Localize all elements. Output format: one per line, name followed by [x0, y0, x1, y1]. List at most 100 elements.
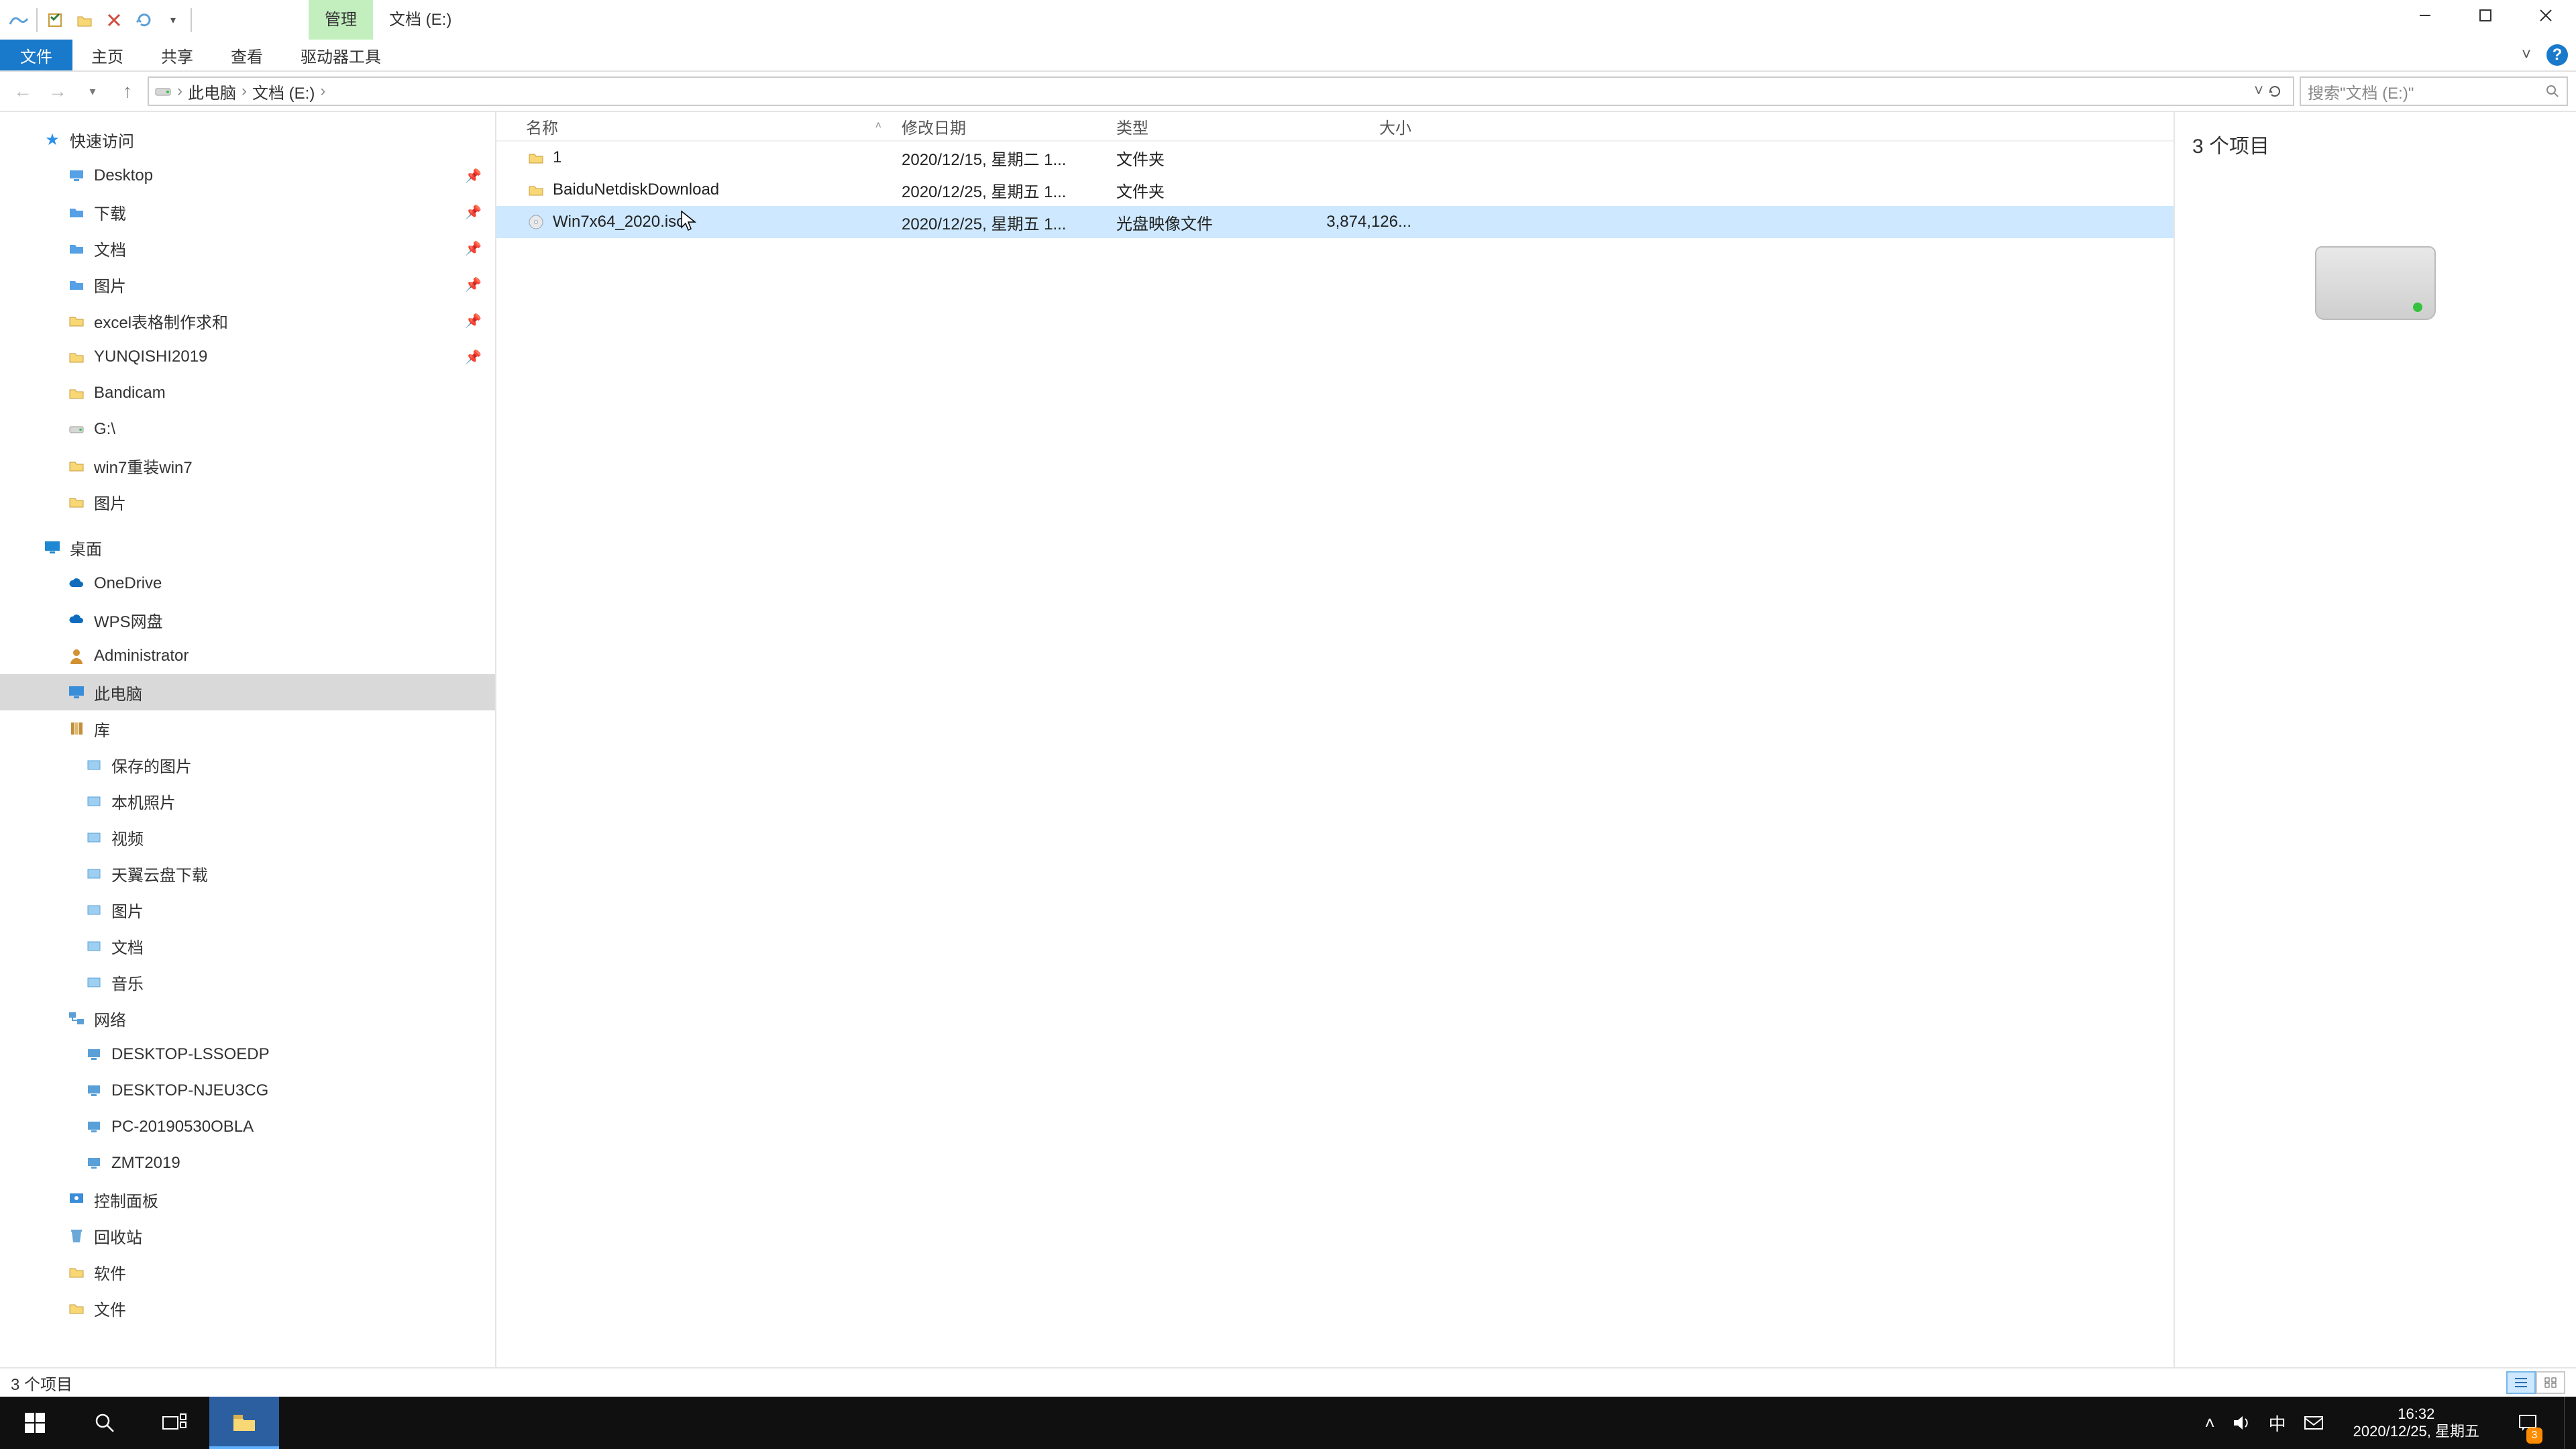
- nav-quick-item[interactable]: excel表格制作求和📌: [0, 303, 495, 339]
- navigation-pane[interactable]: ★ 快速访问 Desktop📌下载📌文档📌图片📌excel表格制作求和📌YUNQ…: [0, 112, 496, 1367]
- file-folder-icon: [526, 148, 546, 168]
- nav-back-button[interactable]: ←: [8, 76, 38, 106]
- nav-quick-item[interactable]: 图片: [0, 484, 495, 520]
- nav-desktop-root[interactable]: 桌面: [0, 529, 495, 566]
- taskbar-search-button[interactable]: [70, 1397, 140, 1449]
- nav-library-item[interactable]: 音乐: [0, 964, 495, 1000]
- nav-library-item-label: 文档: [111, 934, 144, 958]
- file-row[interactable]: Win7x64_2020.iso2020/12/25, 星期五 1...光盘映像…: [496, 206, 2174, 238]
- column-header-type[interactable]: 类型: [1116, 115, 1291, 138]
- qat-delete-icon[interactable]: [99, 8, 129, 32]
- tray-ime-indicator[interactable]: 中: [2269, 1411, 2286, 1436]
- nav-tail-item[interactable]: 文件: [0, 1290, 495, 1326]
- taskbar-file-explorer[interactable]: [209, 1397, 279, 1449]
- search-input[interactable]: 搜索"文档 (E:)": [2300, 76, 2568, 106]
- view-details-button[interactable]: [2506, 1371, 2536, 1394]
- window-controls: [2395, 0, 2576, 31]
- nav-quick-item[interactable]: Desktop📌: [0, 158, 495, 194]
- nav-library-item[interactable]: 文档: [0, 928, 495, 964]
- refresh-icon[interactable]: [2267, 84, 2282, 99]
- address-dropdown-icon[interactable]: ˅: [2254, 82, 2263, 101]
- nav-up-button[interactable]: ↑: [113, 76, 142, 106]
- pin-icon: 📌: [465, 313, 482, 329]
- nav-desktop-item[interactable]: 库: [0, 710, 495, 747]
- tray-overflow-icon[interactable]: ˄: [2204, 1413, 2214, 1434]
- nav-network-item[interactable]: DESKTOP-NJEU3CG: [0, 1073, 495, 1109]
- column-header-name[interactable]: 名称 ˄: [526, 115, 902, 138]
- qat-properties-icon[interactable]: [40, 8, 70, 32]
- desktop-icon: [43, 538, 62, 557]
- nav-tail-item-label: 软件: [94, 1260, 126, 1284]
- nav-quick-item[interactable]: G:\: [0, 411, 495, 447]
- network-icon: [67, 1009, 86, 1028]
- action-center-button[interactable]: 3: [2509, 1397, 2546, 1449]
- nav-quick-item[interactable]: 下载📌: [0, 194, 495, 230]
- address-breadcrumb[interactable]: › 此电脑 › 文档 (E:) › ˅: [148, 76, 2294, 106]
- qat-undo-icon[interactable]: [129, 8, 158, 32]
- ribbon-tab-share[interactable]: 共享: [142, 40, 212, 70]
- tray-mail-icon[interactable]: [2304, 1415, 2324, 1431]
- nav-desktop-item[interactable]: WPS网盘: [0, 602, 495, 638]
- library-item-icon: [85, 828, 103, 847]
- contextual-tab-manage[interactable]: 管理: [309, 0, 373, 40]
- nav-tail-item[interactable]: 控制面板: [0, 1181, 495, 1218]
- nav-library-item[interactable]: 天翼云盘下载: [0, 855, 495, 892]
- folder-icon: [67, 311, 86, 330]
- file-row[interactable]: 12020/12/15, 星期二 1...文件夹: [496, 142, 2174, 174]
- ribbon-tab-home[interactable]: 主页: [72, 40, 142, 70]
- nav-tail-item[interactable]: 回收站: [0, 1218, 495, 1254]
- qat-customize-dropdown-icon[interactable]: ▾: [158, 8, 188, 32]
- nav-desktop-item[interactable]: OneDrive: [0, 566, 495, 602]
- nav-network-item[interactable]: ZMT2019: [0, 1145, 495, 1181]
- nav-desktop-item-label: Administrator: [94, 647, 189, 665]
- nav-desktop-item[interactable]: 此电脑: [0, 674, 495, 710]
- search-icon[interactable]: [2545, 84, 2560, 99]
- ribbon-tab-file[interactable]: 文件: [0, 40, 72, 70]
- nav-desktop-item-label: 此电脑: [94, 681, 142, 704]
- start-button[interactable]: [0, 1397, 70, 1449]
- nav-library-item[interactable]: 视频: [0, 819, 495, 855]
- breadcrumb-drive-e[interactable]: 文档 (E:): [252, 80, 315, 103]
- column-header-size[interactable]: 大小: [1291, 115, 1425, 138]
- task-view-button[interactable]: [140, 1397, 209, 1449]
- breadcrumb-this-pc[interactable]: 此电脑: [188, 80, 236, 103]
- folder-icon: [67, 347, 86, 366]
- taskbar-clock[interactable]: 16:32 2020/12/25, 星期五: [2341, 1405, 2491, 1440]
- help-icon[interactable]: ?: [2546, 44, 2568, 66]
- nav-recent-dropdown[interactable]: ▾: [78, 76, 107, 106]
- nav-tail-item[interactable]: 软件: [0, 1254, 495, 1290]
- user-icon: [67, 647, 86, 665]
- tray-volume-icon[interactable]: [2233, 1414, 2251, 1432]
- nav-library-item-label: 本机照片: [111, 790, 176, 813]
- view-icons-button[interactable]: [2536, 1371, 2565, 1394]
- maximize-button[interactable]: [2455, 0, 2516, 31]
- breadcrumb-this-pc-label: 此电脑: [188, 80, 236, 103]
- ribbon-tab-drive-tools[interactable]: 驱动器工具: [282, 40, 400, 70]
- qat-app-icon[interactable]: [4, 8, 34, 32]
- qat-new-folder-icon[interactable]: [70, 8, 99, 32]
- ribbon-expand-icon[interactable]: ˅: [2513, 42, 2540, 68]
- nav-quick-item[interactable]: YUNQISHI2019📌: [0, 339, 495, 375]
- recycle-icon: [67, 1226, 86, 1245]
- minimize-button[interactable]: [2395, 0, 2455, 31]
- nav-network-item[interactable]: PC-20190530OBLA: [0, 1109, 495, 1145]
- pin-icon: 📌: [465, 204, 482, 221]
- file-list-pane[interactable]: 名称 ˄ 修改日期 类型 大小 12020/12/15, 星期二 1...文件夹…: [496, 112, 2174, 1367]
- file-row[interactable]: BaiduNetdiskDownload2020/12/25, 星期五 1...…: [496, 174, 2174, 206]
- column-header-date[interactable]: 修改日期: [902, 115, 1116, 138]
- ribbon-tab-view[interactable]: 查看: [212, 40, 282, 70]
- nav-quick-item[interactable]: 文档📌: [0, 230, 495, 266]
- nav-quick-item[interactable]: win7重装win7: [0, 447, 495, 484]
- nav-forward-button[interactable]: →: [43, 76, 72, 106]
- nav-library-item[interactable]: 本机照片: [0, 783, 495, 819]
- nav-network[interactable]: 网络: [0, 1000, 495, 1036]
- show-desktop-button[interactable]: [2564, 1397, 2572, 1449]
- nav-quick-access[interactable]: ★ 快速访问: [0, 121, 495, 158]
- nav-quick-item[interactable]: Bandicam: [0, 375, 495, 411]
- nav-library-item[interactable]: 保存的图片: [0, 747, 495, 783]
- nav-quick-item[interactable]: 图片📌: [0, 266, 495, 303]
- nav-library-item[interactable]: 图片: [0, 892, 495, 928]
- close-button[interactable]: [2516, 0, 2576, 31]
- nav-network-item[interactable]: DESKTOP-LSSOEDP: [0, 1036, 495, 1073]
- nav-desktop-item[interactable]: Administrator: [0, 638, 495, 674]
